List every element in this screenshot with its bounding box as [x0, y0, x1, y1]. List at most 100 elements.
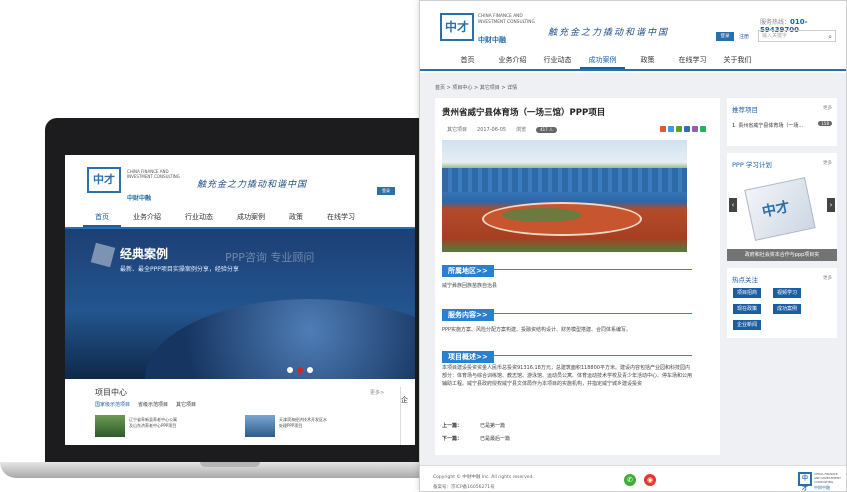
search-input[interactable]: 输入关键字 ⌕ — [758, 30, 836, 42]
article-panel: 贵州省威宁县体育场（一场三馆）PPP项目 其它项目 2017-06-05 浏览 … — [435, 98, 720, 455]
tag-policy[interactable]: 现在政策 — [733, 304, 762, 314]
stadium-field — [502, 208, 582, 222]
laptop-nav-industry[interactable]: 行业动态 — [173, 207, 225, 227]
site-logo[interactable]: 中才 — [440, 13, 474, 41]
renren-share-icon[interactable] — [692, 126, 698, 132]
footer-logo[interactable]: 中才 — [798, 472, 812, 491]
nav-industry[interactable]: 行业动态 — [535, 51, 580, 69]
project-item-text[interactable]: 天津滨海经济技术开发区水处理PPP项目 — [279, 417, 329, 429]
laptop-login-button[interactable]: 登录 — [377, 187, 395, 195]
laptop-nav-cases[interactable]: 成功案例 — [225, 207, 277, 227]
cube-icon — [90, 242, 116, 268]
nav-about[interactable]: 关于我们 — [715, 51, 760, 69]
nav-business[interactable]: 业务介绍 — [490, 51, 535, 69]
article-category[interactable]: 其它项目 — [447, 126, 467, 133]
site-logo-en: CHINA FINANCE AND INVESTMENT CONSULTING — [478, 14, 535, 25]
qzone-share-icon[interactable] — [668, 126, 674, 132]
project-item-text[interactable]: 辽宁省阜新县养老中心公寓及山东济养老中心PPP项目 — [129, 417, 179, 429]
tag-video[interactable]: 视频学习 — [773, 288, 802, 298]
site-slogan: 触充金之力撬动和谐中国 — [548, 28, 670, 38]
laptop-nav-business[interactable]: 业务介绍 — [121, 207, 173, 227]
tab-national[interactable]: 国家级示范项目 — [95, 401, 130, 408]
carousel-dot[interactable] — [287, 367, 293, 373]
tab-other[interactable]: 其它项目 — [176, 401, 196, 408]
project-thumbnail[interactable] — [245, 415, 275, 437]
tag-news[interactable]: 企业新闻 — [733, 320, 762, 330]
next-article[interactable]: 下一篇： 已是最后一篇 — [442, 435, 510, 442]
section-overview-text: 本项目建设投资资金人民币总投资91316.18万元，总建筑面积118800平方米… — [442, 365, 693, 387]
chevron-left-icon[interactable]: ‹ — [729, 198, 737, 212]
nav-cases[interactable]: 成功案例 — [580, 51, 625, 69]
main-nav: 首页 业务介绍 行业动态 成功案例 政策 在线学习 关于我们 — [420, 51, 846, 71]
hot-topics-more-link[interactable]: 更多 — [823, 275, 832, 281]
prev-label: 上一篇： — [442, 423, 463, 429]
tab-provincial[interactable]: 省级示范项目 — [138, 401, 168, 408]
study-plan-title: PPP 学习计划 — [732, 161, 772, 169]
section-overview-title: 项目概述>> — [442, 351, 494, 363]
prev-article[interactable]: 上一篇： 已是第一篇 — [442, 422, 505, 429]
project-thumbnail[interactable] — [95, 415, 125, 437]
wechat-icon[interactable]: ✆ — [624, 474, 636, 486]
stadium-photo — [442, 140, 687, 252]
search-placeholder: 输入关键字 — [762, 33, 788, 39]
section-overview-header: 项目概述>> — [442, 344, 692, 363]
laptop-banner[interactable]: 经典案例 最新、最全PPP项目实操案例分享，经验分享 PPP咨询 专业顾问 — [65, 229, 415, 379]
site-page-window: 中才 CHINA FINANCE AND INVESTMENT CONSULTI… — [419, 0, 847, 492]
laptop-nav-learning[interactable]: 在线学习 — [315, 207, 367, 227]
laptop-screen: 中才 CHINA FINANCE AND INVESTMENT CONSULTI… — [65, 155, 415, 445]
recommend-item-label: 1. 贵州省威宁县体育场（一场... — [732, 123, 804, 129]
page-body: 首页 > 项目中心 > 其它项目 > 详情 贵州省威宁县体育场（一场三馆）PPP… — [420, 73, 846, 465]
wechat-share-icon[interactable] — [676, 126, 682, 132]
tag-investment[interactable]: 项目招商 — [733, 288, 762, 298]
banner-ghost-text: PPP咨询 专业顾问 — [225, 251, 315, 264]
icp-text: 备案号：京ICP备16056271号 — [433, 485, 495, 490]
carousel-dot[interactable] — [307, 367, 313, 373]
banner-title: 经典案例 — [120, 247, 169, 261]
weibo-icon[interactable]: ◉ — [644, 474, 656, 486]
laptop-project-center: 项目中心 更多> 国家级示范项目 省级示范项目 其它项目 辽宁省阜新县养老中心公… — [65, 379, 415, 445]
section-region-text: 威宁彝族回族苗族自治县 — [442, 283, 498, 289]
nav-learning[interactable]: 在线学习 — [670, 51, 715, 69]
project-tabs: 国家级示范项目 省级示范项目 其它项目 — [95, 401, 196, 408]
study-cube-graphic[interactable]: 中才 — [744, 177, 816, 241]
earth-graphic — [145, 299, 415, 379]
laptop-side-panel: 企 — [400, 387, 415, 445]
login-button[interactable]: 登录 — [716, 32, 734, 41]
study-caption[interactable]: 政府和社会资本合作与ppp项目实 — [727, 249, 837, 261]
weibo-share-icon[interactable] — [660, 126, 666, 132]
laptop-nav-home[interactable]: 首页 — [83, 207, 121, 227]
more-share-icon[interactable] — [700, 126, 706, 132]
section-region-title: 所属地区>> — [442, 265, 494, 277]
project-center-more-link[interactable]: 更多> — [370, 389, 384, 396]
section-region-header: 所属地区>> — [442, 258, 692, 277]
recommend-item[interactable]: 1. 贵州省威宁县体育场（一场... 158 — [732, 121, 832, 129]
laptop-logo[interactable]: 中才 — [87, 167, 121, 193]
views-badge: 417 人 — [536, 126, 557, 133]
recommend-more-link[interactable]: 更多 — [823, 105, 832, 111]
site-footer: Copyright © 中财中融 Inc. All rights reserve… — [420, 465, 846, 491]
register-link[interactable]: 注册 — [739, 33, 749, 40]
laptop-logo-en: CHINA FINANCE AND INVESTMENT CONSULTING — [127, 169, 180, 179]
hot-topics-title: 热点关注 — [732, 276, 758, 284]
laptop-slogan: 触充金之力撬动和谐中国 — [197, 180, 308, 190]
laptop-nav: 首页 业务介绍 行业动态 成功案例 政策 在线学习 — [65, 207, 415, 229]
recommend-title: 推荐项目 — [732, 106, 758, 114]
tag-cases[interactable]: 成功案例 — [773, 304, 802, 314]
site-logo-cn: 中财中融 — [478, 36, 506, 44]
section-service-title: 服务内容>> — [442, 309, 494, 321]
hot-topics-panel: 热点关注 更多 项目招商 视频学习 现在政策 成功案例 企业新闻 — [727, 268, 837, 338]
laptop-nav-policy[interactable]: 政策 — [277, 207, 315, 227]
study-plan-more-link[interactable]: 更多 — [823, 160, 832, 166]
article-title: 贵州省威宁县体育场（一场三馆）PPP项目 — [442, 108, 606, 118]
search-icon[interactable]: ⌕ — [828, 32, 832, 42]
tencent-share-icon[interactable] — [684, 126, 690, 132]
breadcrumb[interactable]: 首页 > 项目中心 > 其它项目 > 详情 — [435, 84, 517, 91]
views-label: 浏览 — [516, 127, 527, 133]
cube-logo-mark: 中才 — [760, 199, 792, 221]
chevron-right-icon[interactable]: › — [827, 198, 835, 212]
carousel-dot-active[interactable] — [297, 367, 303, 373]
nav-home[interactable]: 首页 — [445, 51, 490, 69]
article-meta: 其它项目 2017-06-05 浏览 417 人 — [447, 126, 557, 133]
prev-value: 已是第一篇 — [480, 423, 506, 429]
nav-policy[interactable]: 政策 — [625, 51, 670, 69]
